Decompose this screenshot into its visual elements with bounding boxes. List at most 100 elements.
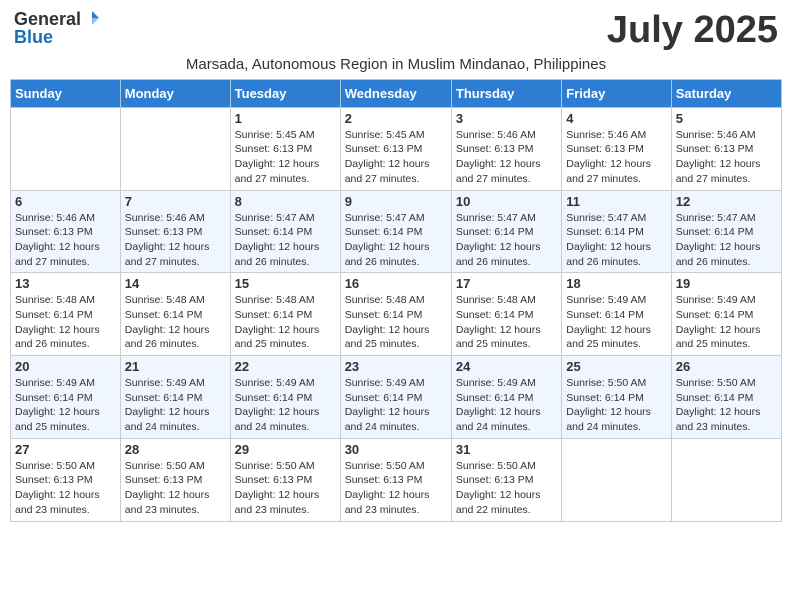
day-info: Sunrise: 5:48 AMSunset: 6:14 PMDaylight:… [345,293,447,352]
calendar-day-cell: 23 Sunrise: 5:49 AMSunset: 6:14 PMDayligh… [340,356,451,439]
day-number: 6 [15,194,116,209]
day-number: 23 [345,359,447,374]
calendar-day-cell: 24Sunrise: 5:49 AMSunset: 6:14 PMDayligh… [451,356,561,439]
day-number: 26 [676,359,777,374]
day-number: 16 [345,276,447,291]
day-info: Sunrise: 5:50 AMSunset: 6:13 PMDaylight:… [345,459,447,518]
day-info: Sunrise: 5:47 AMSunset: 6:14 PMDaylight:… [456,211,557,270]
calendar-day-cell: 7 Sunrise: 5:46 AMSunset: 6:13 PMDaylight… [120,190,230,273]
day-number: 5 [676,111,777,126]
day-info: Sunrise: 5:49 AMSunset: 6:14 PMDaylight:… [235,376,336,435]
calendar-day-cell [562,438,671,521]
day-info: Sunrise: 5:48 AMSunset: 6:14 PMDaylight:… [456,293,557,352]
day-number: 11 [566,194,666,209]
weekday-header-row: SundayMondayTuesdayWednesdayThursdayFrid… [11,79,782,107]
day-info: Sunrise: 5:49 AMSunset: 6:14 PMDaylight:… [676,293,777,352]
calendar-day-cell: 19 Sunrise: 5:49 AMSunset: 6:14 PMDayligh… [671,273,781,356]
calendar-day-cell: 25 Sunrise: 5:50 AMSunset: 6:14 PMDayligh… [562,356,671,439]
day-number: 30 [345,442,447,457]
day-number: 20 [15,359,116,374]
calendar-day-cell: 2Sunrise: 5:45 AMSunset: 6:13 PMDaylight… [340,107,451,190]
day-info: Sunrise: 5:50 AMSunset: 6:14 PMDaylight:… [566,376,666,435]
calendar-week-row: 6 Sunrise: 5:46 AMSunset: 6:13 PMDaylight… [11,190,782,273]
calendar-day-cell: 3Sunrise: 5:46 AMSunset: 6:13 PMDaylight… [451,107,561,190]
calendar-day-cell: 15 Sunrise: 5:48 AMSunset: 6:14 PMDayligh… [230,273,340,356]
page-header: General Blue July 2025 [10,10,782,52]
day-number: 4 [566,111,666,126]
day-number: 28 [125,442,226,457]
calendar-day-cell: 13 Sunrise: 5:48 AMSunset: 6:14 PMDayligh… [11,273,121,356]
day-number: 31 [456,442,557,457]
day-number: 29 [235,442,336,457]
title-block: July 2025 [607,10,778,52]
day-info: Sunrise: 5:50 AMSunset: 6:14 PMDaylight:… [676,376,777,435]
day-number: 14 [125,276,226,291]
calendar-day-cell [671,438,781,521]
day-info: Sunrise: 5:46 AMSunset: 6:13 PMDaylight:… [15,211,116,270]
weekday-header-wednesday: Wednesday [340,79,451,107]
day-number: 13 [15,276,116,291]
calendar-day-cell: 4 Sunrise: 5:46 AMSunset: 6:13 PMDaylight… [562,107,671,190]
calendar-week-row: 13 Sunrise: 5:48 AMSunset: 6:14 PMDayligh… [11,273,782,356]
day-number: 9 [345,194,447,209]
day-info: Sunrise: 5:49 AMSunset: 6:14 PMDaylight:… [345,376,447,435]
calendar-day-cell: 28 Sunrise: 5:50 AMSunset: 6:13 PMDayligh… [120,438,230,521]
day-number: 15 [235,276,336,291]
calendar-day-cell: 9 Sunrise: 5:47 AMSunset: 6:14 PMDaylight… [340,190,451,273]
day-number: 22 [235,359,336,374]
day-number: 8 [235,194,336,209]
weekday-header-saturday: Saturday [671,79,781,107]
calendar-day-cell: 31Sunrise: 5:50 AMSunset: 6:13 PMDayligh… [451,438,561,521]
logo-flag-icon [83,9,101,27]
day-info: Sunrise: 5:49 AMSunset: 6:14 PMDaylight:… [15,376,116,435]
day-number: 27 [15,442,116,457]
calendar-day-cell: 12 Sunrise: 5:47 AMSunset: 6:14 PMDayligh… [671,190,781,273]
calendar-day-cell [11,107,121,190]
calendar-week-row: 20 Sunrise: 5:49 AMSunset: 6:14 PMDayligh… [11,356,782,439]
day-info: Sunrise: 5:45 AMSunset: 6:13 PMDaylight:… [235,128,336,187]
day-info: Sunrise: 5:47 AMSunset: 6:14 PMDaylight:… [345,211,447,270]
day-number: 7 [125,194,226,209]
day-info: Sunrise: 5:47 AMSunset: 6:14 PMDaylight:… [676,211,777,270]
month-title: July 2025 [607,10,778,52]
calendar-day-cell: 21Sunrise: 5:49 AMSunset: 6:14 PMDayligh… [120,356,230,439]
day-number: 25 [566,359,666,374]
calendar-day-cell: 1 Sunrise: 5:45 AMSunset: 6:13 PMDaylight… [230,107,340,190]
weekday-header-friday: Friday [562,79,671,107]
day-number: 24 [456,359,557,374]
calendar-day-cell: 6 Sunrise: 5:46 AMSunset: 6:13 PMDaylight… [11,190,121,273]
calendar-day-cell: 11Sunrise: 5:47 AMSunset: 6:14 PMDayligh… [562,190,671,273]
day-info: Sunrise: 5:46 AMSunset: 6:13 PMDaylight:… [566,128,666,187]
calendar-day-cell: 17 Sunrise: 5:48 AMSunset: 6:14 PMDayligh… [451,273,561,356]
calendar-day-cell [120,107,230,190]
weekday-header-sunday: Sunday [11,79,121,107]
day-number: 3 [456,111,557,126]
location-title: Marsada, Autonomous Region in Muslim Min… [10,56,782,73]
calendar-day-cell: 20 Sunrise: 5:49 AMSunset: 6:14 PMDayligh… [11,356,121,439]
logo: General Blue [14,10,101,46]
calendar-day-cell: 29 Sunrise: 5:50 AMSunset: 6:13 PMDayligh… [230,438,340,521]
day-number: 17 [456,276,557,291]
day-info: Sunrise: 5:48 AMSunset: 6:14 PMDaylight:… [125,293,226,352]
day-info: Sunrise: 5:48 AMSunset: 6:14 PMDaylight:… [235,293,336,352]
day-number: 19 [676,276,777,291]
day-number: 1 [235,111,336,126]
day-info: Sunrise: 5:50 AMSunset: 6:13 PMDaylight:… [125,459,226,518]
day-info: Sunrise: 5:50 AMSunset: 6:13 PMDaylight:… [235,459,336,518]
weekday-header-monday: Monday [120,79,230,107]
day-number: 10 [456,194,557,209]
day-info: Sunrise: 5:47 AMSunset: 6:14 PMDaylight:… [235,211,336,270]
calendar-day-cell: 18Sunrise: 5:49 AMSunset: 6:14 PMDayligh… [562,273,671,356]
calendar-day-cell: 8 Sunrise: 5:47 AMSunset: 6:14 PMDaylight… [230,190,340,273]
day-number: 12 [676,194,777,209]
weekday-header-tuesday: Tuesday [230,79,340,107]
day-info: Sunrise: 5:46 AMSunset: 6:13 PMDaylight:… [125,211,226,270]
calendar-day-cell: 16 Sunrise: 5:48 AMSunset: 6:14 PMDayligh… [340,273,451,356]
day-info: Sunrise: 5:45 AMSunset: 6:13 PMDaylight:… [345,128,447,187]
logo-general-text: General [14,10,81,28]
day-info: Sunrise: 5:48 AMSunset: 6:14 PMDaylight:… [15,293,116,352]
day-info: Sunrise: 5:46 AMSunset: 6:13 PMDaylight:… [676,128,777,187]
calendar-day-cell: 5 Sunrise: 5:46 AMSunset: 6:13 PMDaylight… [671,107,781,190]
weekday-header-thursday: Thursday [451,79,561,107]
calendar-day-cell: 26 Sunrise: 5:50 AMSunset: 6:14 PMDayligh… [671,356,781,439]
